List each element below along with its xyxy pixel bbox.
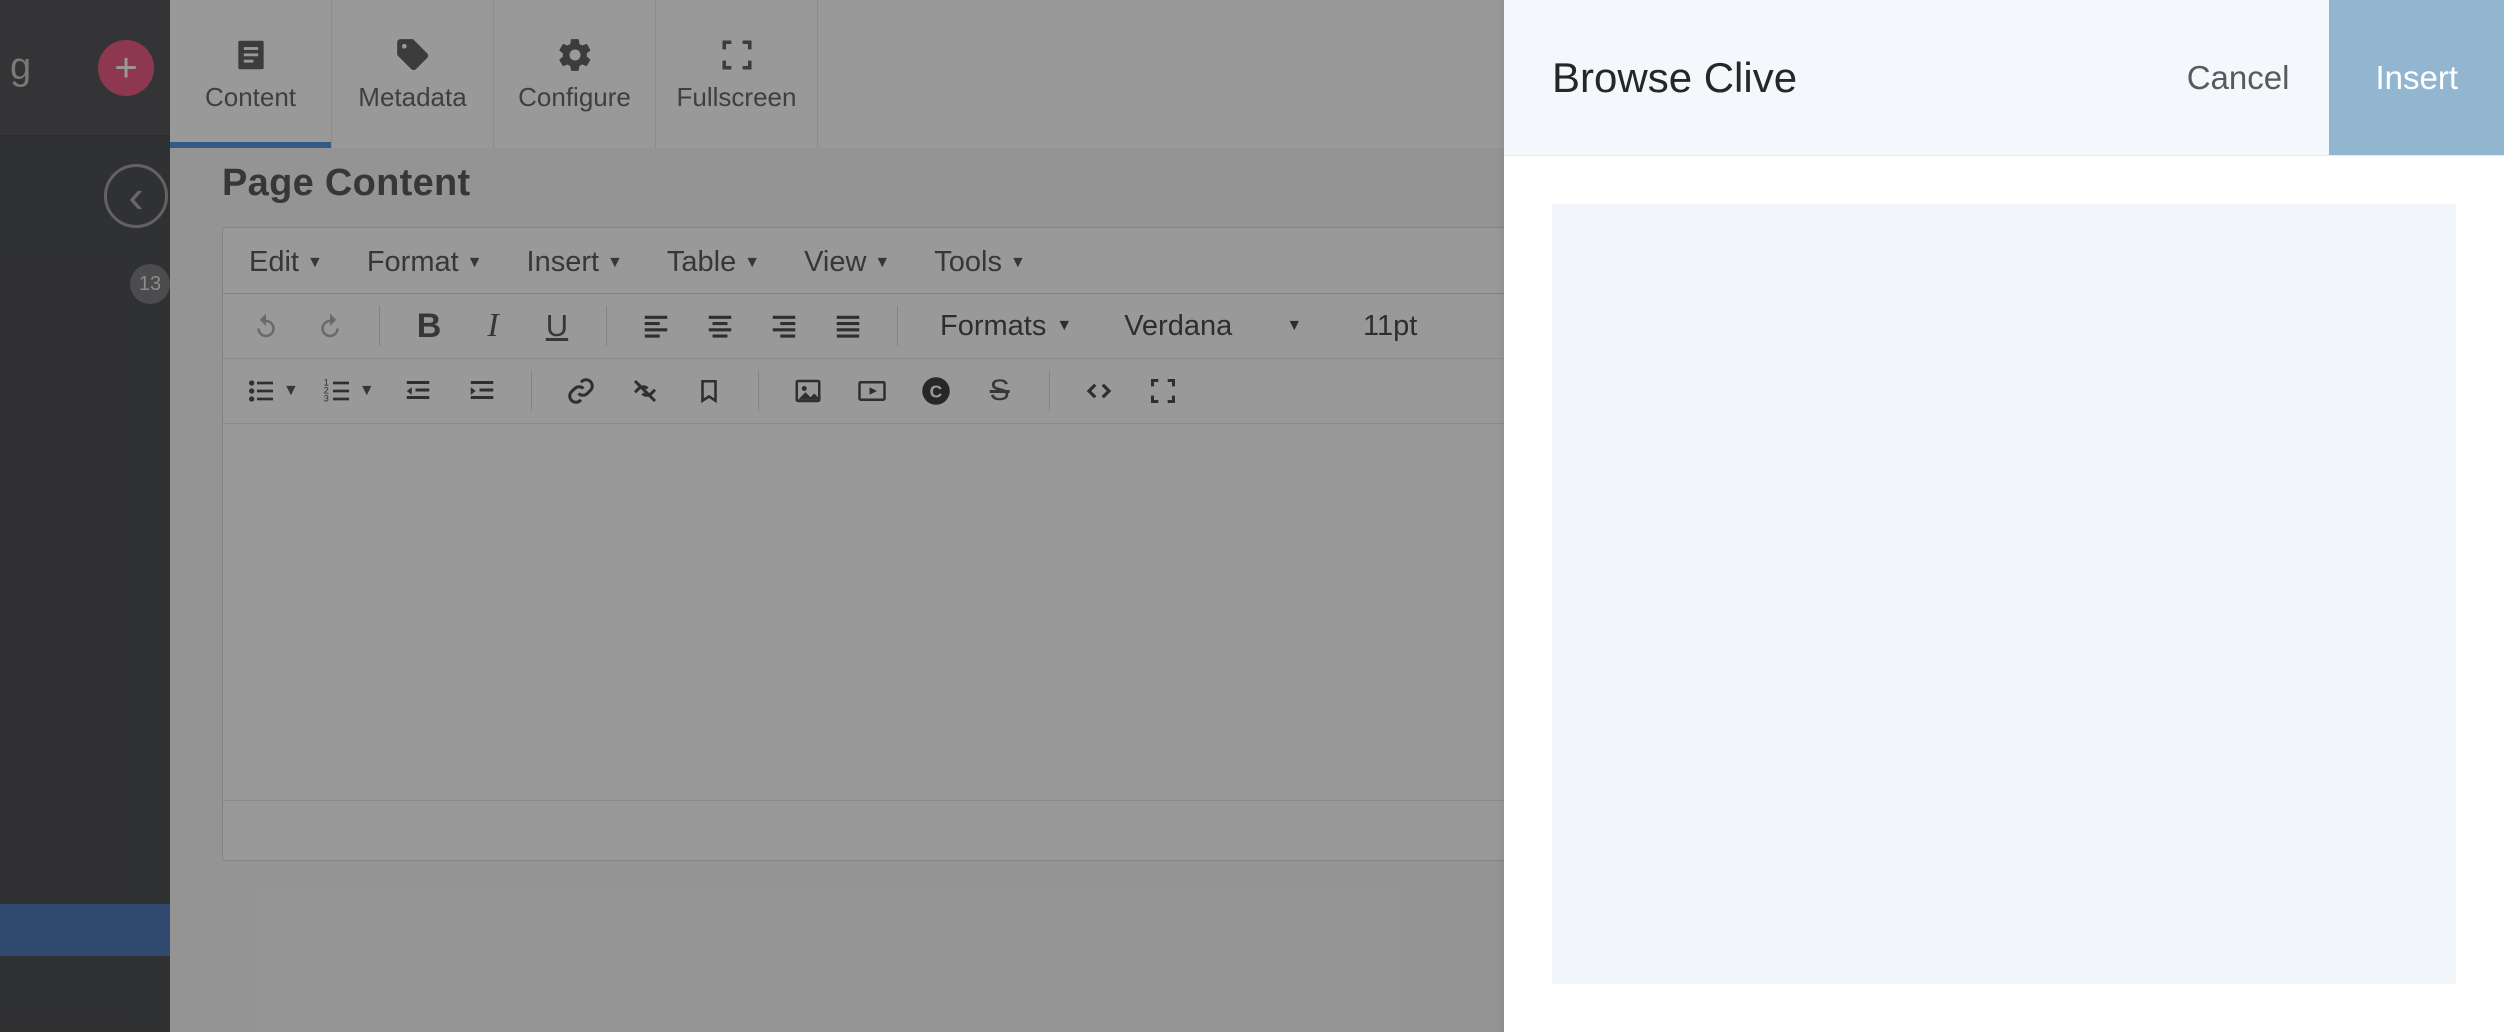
numbered-list-button[interactable]: 123▼ [321, 369, 375, 413]
svg-text:C: C [929, 381, 942, 401]
tab-fullscreen[interactable]: Fullscreen [656, 0, 818, 148]
menu-edit[interactable]: Edit▼ [249, 246, 323, 279]
editor-fullscreen-button[interactable] [1142, 369, 1184, 413]
caret-down-icon: ▼ [467, 254, 483, 272]
formats-dropdown[interactable]: Formats▼ [926, 310, 1086, 343]
caret-down-icon: ▼ [283, 382, 299, 400]
step-badge: 13 [130, 264, 170, 304]
caret-down-icon: ▼ [1286, 317, 1302, 335]
link-button[interactable] [560, 369, 602, 413]
image-button[interactable] [787, 369, 829, 413]
left-strip-label-fragment: g [10, 46, 32, 89]
caret-down-icon: ▼ [1010, 254, 1026, 272]
font-family-select[interactable]: Verdana▼ [1108, 310, 1318, 343]
menu-view[interactable]: View▼ [804, 246, 890, 279]
anchor-button[interactable] [688, 369, 730, 413]
caret-down-icon: ▼ [1056, 317, 1072, 335]
undo-button[interactable] [245, 304, 287, 348]
menu-format[interactable]: Format▼ [367, 246, 483, 279]
menu-insert[interactable]: Insert▼ [527, 246, 623, 279]
indent-button[interactable] [461, 369, 503, 413]
source-code-button[interactable] [1078, 369, 1120, 413]
menu-tools[interactable]: Tools▼ [934, 246, 1026, 279]
caret-down-icon: ▼ [874, 254, 890, 272]
back-button[interactable] [104, 164, 168, 228]
bold-button[interactable]: B [408, 304, 450, 348]
tab-label: Fullscreen [677, 82, 797, 113]
panel-title: Browse Clive [1552, 54, 1797, 102]
panel-content-area [1552, 204, 2456, 984]
strikethrough-button[interactable]: S [979, 369, 1021, 413]
caret-down-icon: ▼ [607, 254, 623, 272]
tag-icon [394, 36, 432, 74]
fullscreen-icon [718, 36, 756, 74]
media-button[interactable] [851, 369, 893, 413]
gear-icon [556, 36, 594, 74]
add-button[interactable] [98, 40, 154, 96]
tab-content[interactable]: Content [170, 0, 332, 148]
font-size-select[interactable]: 11pt [1340, 310, 1440, 343]
caret-down-icon: ▼ [359, 382, 375, 400]
tab-label: Configure [518, 82, 631, 113]
tab-metadata[interactable]: Metadata [332, 0, 494, 148]
document-icon [232, 36, 270, 74]
cancel-button[interactable]: Cancel [2147, 0, 2330, 155]
left-nav-strip: g 13 [0, 0, 170, 1032]
clive-button[interactable]: C [915, 369, 957, 413]
menu-table[interactable]: Table▼ [667, 246, 760, 279]
underline-button[interactable]: U [536, 304, 578, 348]
bullet-list-button[interactable]: ▼ [245, 369, 299, 413]
redo-button[interactable] [309, 304, 351, 348]
chevron-left-icon [128, 173, 143, 219]
unlink-button[interactable] [624, 369, 666, 413]
align-left-button[interactable] [635, 304, 677, 348]
tab-label: Content [205, 82, 296, 113]
align-right-button[interactable] [763, 304, 805, 348]
italic-button[interactable]: I [472, 304, 514, 348]
align-center-button[interactable] [699, 304, 741, 348]
tab-configure[interactable]: Configure [494, 0, 656, 148]
plus-icon [114, 48, 137, 88]
caret-down-icon: ▼ [307, 254, 323, 272]
outdent-button[interactable] [397, 369, 439, 413]
tab-label: Metadata [358, 82, 466, 113]
svg-text:3: 3 [324, 394, 329, 404]
left-strip-selected-indicator [0, 904, 170, 956]
align-justify-button[interactable] [827, 304, 869, 348]
caret-down-icon: ▼ [744, 254, 760, 272]
browse-panel: Browse Clive Cancel Insert [1504, 0, 2504, 1032]
insert-button[interactable]: Insert [2329, 0, 2504, 155]
